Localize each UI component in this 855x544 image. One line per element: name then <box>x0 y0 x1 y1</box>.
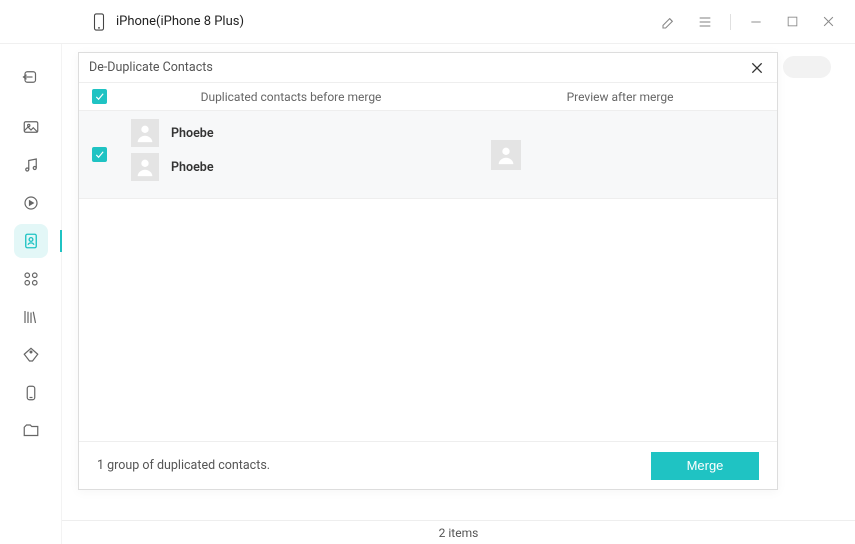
app-window: iPhone(iPhone 8 Plus) <box>0 0 855 544</box>
sidebar-item-apps[interactable] <box>14 262 48 296</box>
sidebar <box>0 44 62 544</box>
close-button[interactable] <box>817 11 839 33</box>
contact-item[interactable]: Phoebe <box>119 153 463 181</box>
sidebar-item-device[interactable] <box>14 376 48 410</box>
minimize-button[interactable] <box>745 11 767 33</box>
status-items-count: 2 items <box>439 526 479 540</box>
select-all-checkbox[interactable] <box>92 89 107 104</box>
maximize-button[interactable] <box>781 11 803 33</box>
sidebar-item-photos[interactable] <box>14 110 48 144</box>
footer-summary-text: 1 group of duplicated contacts. <box>97 458 270 473</box>
sidebar-item-tags[interactable] <box>14 338 48 372</box>
phone-icon <box>88 11 110 33</box>
column-header-after: Preview after merge <box>463 90 777 104</box>
sidebar-item-music[interactable] <box>14 148 48 182</box>
contact-name: Phoebe <box>171 126 214 141</box>
sidebar-item-contacts[interactable] <box>14 224 48 258</box>
preview-column <box>463 111 777 198</box>
contact-item[interactable]: Phoebe <box>119 119 463 147</box>
sidebar-item-videos[interactable] <box>14 186 48 220</box>
modal-body: Phoebe Phoebe <box>79 111 777 441</box>
search-pill[interactable] <box>783 56 831 78</box>
avatar-icon <box>131 153 159 181</box>
modal-close-button[interactable] <box>747 58 767 78</box>
duplicates-column: Phoebe Phoebe <box>119 111 463 198</box>
merged-avatar-icon <box>491 140 521 170</box>
contact-name: Phoebe <box>171 160 214 175</box>
sidebar-item-files[interactable] <box>14 414 48 448</box>
sidebar-item-export[interactable] <box>14 60 48 94</box>
device-name-text: iPhone(iPhone 8 Plus) <box>116 14 244 29</box>
edit-icon[interactable] <box>658 11 680 33</box>
modal-column-headers: Duplicated contacts before merge Preview… <box>79 83 777 111</box>
title-bar: iPhone(iPhone 8 Plus) <box>0 0 855 44</box>
modal-header: De-Duplicate Contacts <box>79 53 777 83</box>
modal-title: De-Duplicate Contacts <box>89 60 213 75</box>
duplicate-group-row: Phoebe Phoebe <box>79 111 777 199</box>
list-icon[interactable] <box>694 11 716 33</box>
merge-button[interactable]: Merge <box>651 452 759 480</box>
sidebar-item-books[interactable] <box>14 300 48 334</box>
column-header-before: Duplicated contacts before merge <box>119 90 463 104</box>
status-bar: 2 items <box>62 520 855 544</box>
deduplicate-modal: De-Duplicate Contacts Duplicated contact… <box>78 52 778 490</box>
device-label: iPhone(iPhone 8 Plus) <box>88 11 244 33</box>
avatar-icon <box>131 119 159 147</box>
window-controls <box>658 11 839 33</box>
modal-footer: 1 group of duplicated contacts. Merge <box>79 441 777 489</box>
group-checkbox[interactable] <box>92 147 107 162</box>
separator <box>730 14 731 30</box>
